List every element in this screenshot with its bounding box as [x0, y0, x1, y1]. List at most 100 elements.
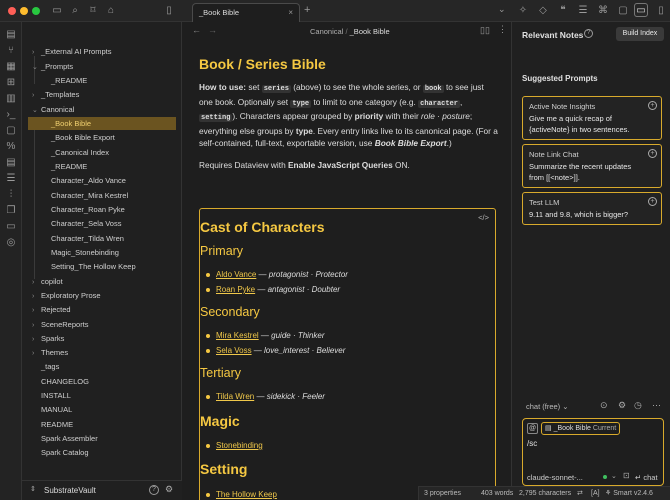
link-icon[interactable]: ⌘ [596, 4, 610, 18]
new-tab-button[interactable]: + [304, 4, 310, 16]
chat-input-text[interactable]: /sc [527, 439, 537, 448]
terminal-icon[interactable]: ›_ [4, 108, 18, 122]
chevron-down-icon[interactable]: ⌄ [611, 472, 617, 480]
folder-item[interactable]: › Sparks [32, 332, 64, 345]
character-link[interactable]: Tilda Wren [216, 392, 254, 401]
send-button[interactable]: ↵ chat [635, 473, 658, 482]
image-icon[interactable]: ⊡ [623, 471, 630, 480]
file-item[interactable]: Setting_The Hollow Keep [42, 260, 136, 273]
character-link[interactable]: Roan Pyke [216, 285, 255, 294]
sparkle-icon[interactable]: ✧ [516, 4, 530, 18]
character-link[interactable]: Aldo Vance [216, 270, 256, 279]
forward-arrow-icon[interactable]: → [208, 25, 217, 35]
character-link[interactable]: Sela Voss [216, 346, 252, 355]
folder-item[interactable]: › _External AI Prompts [32, 45, 111, 58]
magic-link[interactable]: Stonebinding [216, 441, 263, 450]
percent-icon[interactable]: % [4, 140, 18, 154]
canvas-icon[interactable]: ⊞ [4, 76, 18, 90]
compass-icon[interactable]: ◎ [4, 236, 18, 250]
folder-item[interactable]: ⌄ _Prompts [32, 60, 73, 73]
help-icon[interactable]: ? [149, 485, 159, 495]
folder-item[interactable]: › Themes [32, 346, 68, 359]
context-note-chip[interactable]: ▤ _Book Bible Current [541, 422, 621, 435]
file-item[interactable]: _Book Bible [28, 117, 176, 130]
file-item[interactable]: _Canonical Index [42, 146, 109, 159]
tag-icon[interactable]: ◇ [536, 4, 550, 18]
history-icon[interactable]: ◷ [634, 400, 642, 411]
file-item[interactable]: Character_Mira Kestrel [42, 189, 128, 202]
document-icon[interactable]: ▢ [4, 124, 18, 138]
model-select[interactable]: claude-sonnet-... [527, 473, 583, 482]
copy-icon[interactable]: ❐ [4, 204, 18, 218]
frame-icon[interactable]: ▢ [616, 4, 630, 18]
file-item[interactable]: Spark Catalog [32, 446, 89, 459]
reading-view-icon[interactable]: ▯▯ [480, 25, 490, 36]
editing-mode[interactable]: [A] [591, 487, 600, 500]
character-link[interactable]: Mira Kestrel [216, 331, 259, 340]
list-icon[interactable]: ☰ [4, 172, 18, 186]
breadcrumb-current[interactable]: _Book Bible [350, 27, 390, 36]
add-prompt-icon[interactable]: + [648, 197, 657, 206]
folder-item[interactable]: › _Templates [32, 88, 79, 101]
file-item[interactable]: Spark Assembler [32, 432, 98, 445]
files-icon[interactable]: ▤ [4, 28, 18, 42]
bookmark-icon[interactable]: ⌑ [86, 4, 100, 18]
chevron-right-icon[interactable]: › [32, 89, 41, 102]
add-prompt-icon[interactable]: + [648, 101, 657, 110]
folder-item[interactable]: › SceneReports [32, 318, 89, 331]
code-toggle-icon[interactable]: </> [478, 213, 489, 222]
smart-plugin-status[interactable]: ⚘ Smart v2.4.6 [605, 487, 653, 500]
file-item[interactable]: README [32, 418, 73, 431]
maximize-window-button[interactable] [32, 7, 40, 15]
properties-count[interactable]: 3 properties [424, 487, 461, 500]
tab-list-chevron-icon[interactable]: ⌄ [498, 4, 506, 15]
chevron-right-icon[interactable]: › [32, 290, 41, 303]
graph-icon[interactable]: ⑂ [4, 44, 18, 58]
chevron-down-icon[interactable]: ⌄ [32, 61, 41, 74]
file-item[interactable]: Character_Aldo Vance [42, 174, 126, 187]
breadcrumb-parent[interactable]: Canonical [310, 27, 343, 36]
more-icon[interactable]: ⋯ [652, 400, 661, 411]
folder-item[interactable]: ⌄ Canonical [32, 103, 74, 116]
vault-switcher[interactable]: ⇕ SubstrateVault ? ⚙ [22, 480, 182, 500]
search-icon[interactable]: ⌕ [68, 4, 82, 18]
minimize-window-button[interactable] [20, 7, 28, 15]
folder-icon[interactable]: ▭ [50, 4, 64, 18]
chat-panel-icon[interactable]: ▭ [634, 3, 648, 17]
chevron-right-icon[interactable]: › [32, 347, 41, 360]
file-item[interactable]: INSTALL [32, 389, 71, 402]
add-prompt-icon[interactable]: + [648, 149, 657, 158]
close-tab-icon[interactable]: × [288, 4, 293, 22]
prompt-card[interactable]: Note Link Chat + Summarize the recent up… [522, 144, 662, 188]
quote-icon[interactable]: ❝ [556, 4, 570, 18]
more-options-icon[interactable]: ⋮ [498, 24, 507, 35]
chevron-right-icon[interactable]: › [32, 276, 41, 289]
chat-icon[interactable]: ▭ [4, 220, 18, 234]
file-item[interactable]: MANUAL [32, 403, 72, 416]
add-context-button[interactable]: @ [527, 423, 538, 434]
file-item[interactable]: Character_Sela Voss [42, 217, 121, 230]
settings-icon[interactable]: ⚙ [618, 400, 626, 411]
outline-icon[interactable]: ☰ [576, 4, 590, 18]
folder-item[interactable]: › Exploratory Prose [32, 289, 101, 302]
chevron-right-icon[interactable]: › [32, 46, 41, 59]
new-chat-icon[interactable]: ⊙ [600, 400, 608, 411]
settings-gear-icon[interactable]: ⚙ [165, 484, 173, 495]
prompt-card[interactable]: Test LLM + 9.11 and 9.8, which is bigger… [522, 192, 662, 225]
help-icon[interactable]: ? [584, 29, 593, 38]
prompt-card[interactable]: Active Note Insights + Give me a quick r… [522, 96, 662, 140]
close-window-button[interactable] [8, 7, 16, 15]
chevron-right-icon[interactable]: › [32, 319, 41, 332]
file-item[interactable]: _Book Bible Export [42, 131, 115, 144]
tab-book-bible[interactable]: _Book Bible × [192, 3, 300, 22]
chat-mode-select[interactable]: chat (free) ⌄ [526, 402, 569, 411]
chevron-right-icon[interactable]: › [32, 333, 41, 346]
file-item[interactable]: CHANGELOG [32, 375, 89, 388]
tag-icon[interactable]: ⌂ [104, 4, 118, 18]
calendar-icon[interactable]: ▦ [4, 60, 18, 74]
sliders-icon[interactable]: ⫶ [4, 188, 18, 202]
folder-item[interactable]: › Rejected [32, 303, 71, 316]
chevron-right-icon[interactable]: › [32, 304, 41, 317]
back-arrow-icon[interactable]: ← [192, 25, 201, 35]
collapse-sidebar-icon[interactable]: ▯ [162, 4, 176, 18]
